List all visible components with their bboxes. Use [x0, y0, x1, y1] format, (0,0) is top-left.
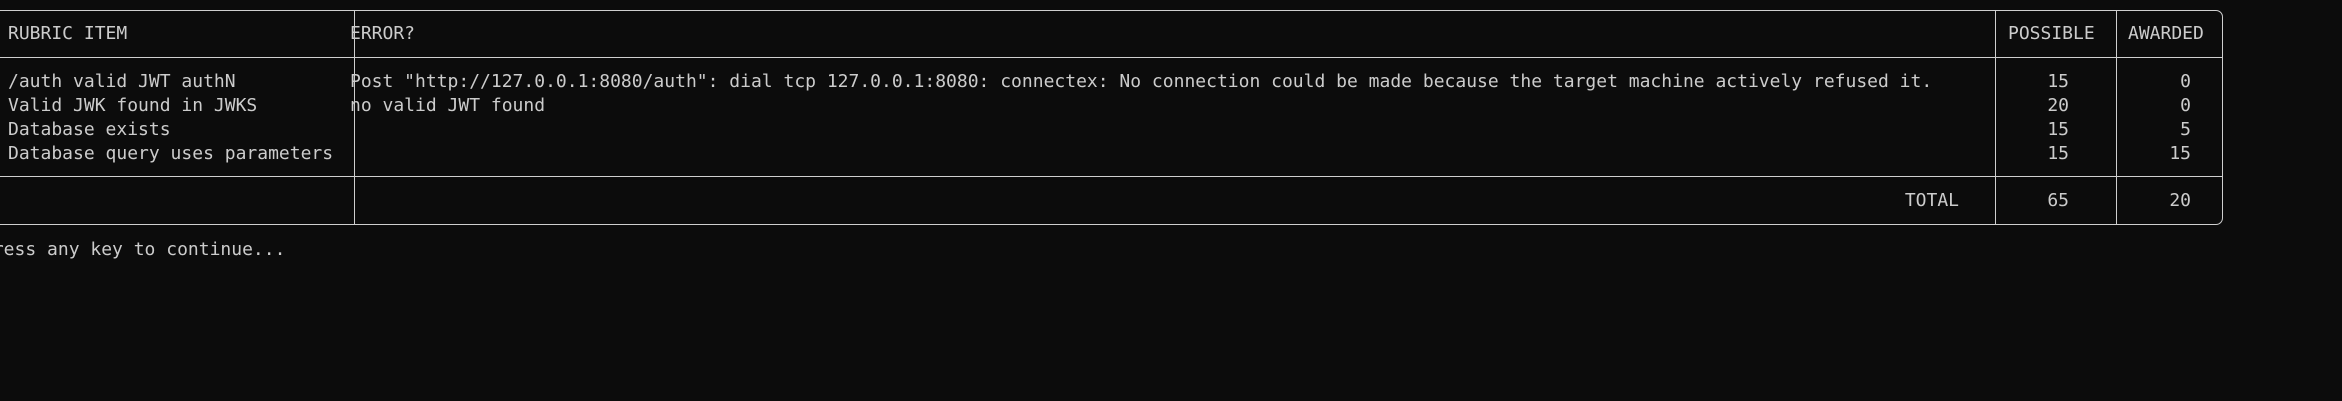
row-2-possible: 20 [2047, 95, 2069, 116]
header-possible: POSSIBLE [2008, 23, 2095, 44]
row-2-error: no valid JWT found [350, 95, 546, 116]
rubric-table: RUBRIC ITEM ERROR? POSSIBLE AWARDED /aut… [0, 10, 2223, 225]
header-separator [0, 57, 2222, 58]
row-1-possible: 15 [2047, 71, 2069, 92]
row-4-awarded: 15 [2169, 143, 2191, 164]
total-awarded: 20 [2169, 190, 2191, 211]
total-label: TOTAL [1904, 190, 1959, 211]
row-3-awarded: 5 [2180, 119, 2191, 140]
row-2-awarded: 0 [2180, 95, 2191, 116]
total-separator [0, 176, 2222, 177]
row-1-awarded: 0 [2180, 71, 2191, 92]
header-awarded: AWARDED [2128, 23, 2204, 44]
row-4-item: Database query uses parameters [8, 143, 334, 164]
row-4-possible: 15 [2047, 143, 2069, 164]
header-error: ERROR? [350, 23, 416, 44]
row-3-possible: 15 [2047, 119, 2069, 140]
continue-prompt: Press any key to continue... [0, 239, 286, 260]
row-2-item: Valid JWK found in JWKS [8, 95, 258, 116]
row-1-error: Post "http://127.0.0.1:8080/auth": dial … [350, 71, 1933, 92]
total-possible: 65 [2047, 190, 2069, 211]
header-rubric-item: RUBRIC ITEM [8, 23, 128, 44]
row-1-item: /auth valid JWT authN [8, 71, 236, 92]
terminal-window: RUBRIC ITEM ERROR? POSSIBLE AWARDED /aut… [0, 0, 2342, 401]
row-3-item: Database exists [8, 119, 171, 140]
